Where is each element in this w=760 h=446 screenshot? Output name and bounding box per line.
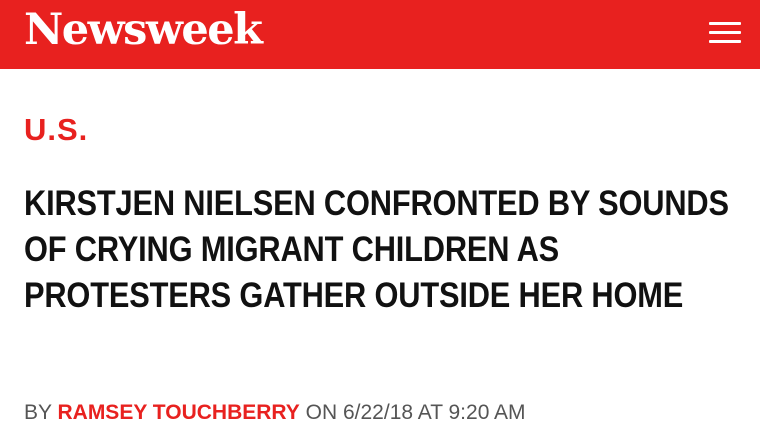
article-header: U.S. KIRSTJEN NIELSEN CONFRONTED BY SOUN… [0,69,760,446]
section-link[interactable]: U.S. [24,112,88,148]
byline-prefix: BY [24,401,52,424]
byline-on: ON [305,401,338,424]
byline-at: AT [417,401,443,424]
publish-date: 6/22/18 [342,401,414,424]
author-link[interactable]: RAMSEY TOUCHBERRY [57,401,299,424]
hamburger-menu-icon[interactable] [702,18,746,48]
publish-time: 9:20 AM [448,401,526,424]
article-headline: KIRSTJEN NIELSEN CONFRONTED BY SOUNDS OF… [24,184,729,315]
byline: BY RAMSEY TOUCHBERRY ON 6/22/18 AT 9:20 … [24,399,526,427]
menu-bar [709,31,741,34]
menu-bar [709,22,741,25]
site-header: Newsweek [0,0,760,69]
newsweek-logo[interactable]: Newsweek [24,5,263,55]
menu-bar [709,40,741,43]
